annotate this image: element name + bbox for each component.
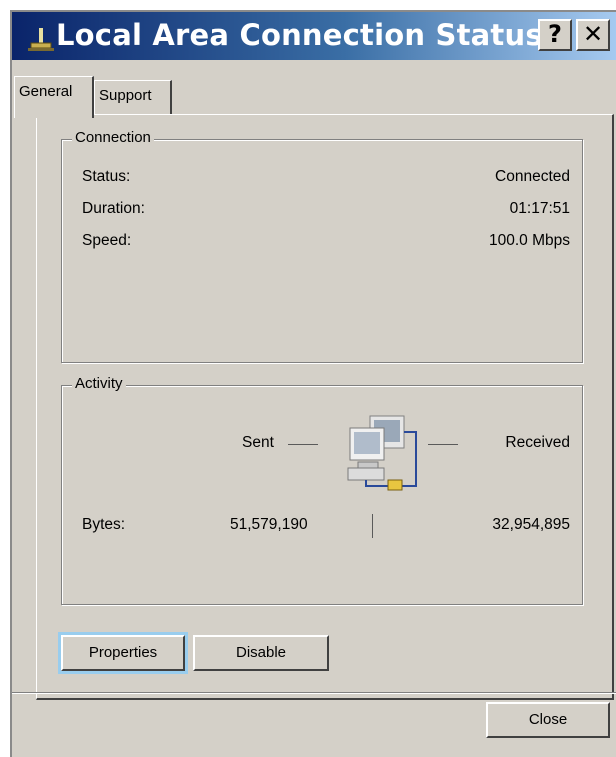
activity-legend: Activity <box>72 375 126 392</box>
tab-general[interactable]: General <box>14 76 94 118</box>
window-title: Local Area Connection Status <box>56 18 543 52</box>
speed-label: Speed: <box>82 232 132 249</box>
dialog-divider-highlight <box>12 693 616 694</box>
bytes-label: Bytes: <box>82 516 126 533</box>
connection-group: Connection Status: Connected Duration: 0… <box>61 129 583 363</box>
sent-label: Sent <box>242 434 274 451</box>
tab-support[interactable]: Support <box>94 80 172 116</box>
status-value: Connected <box>495 168 570 185</box>
disable-button[interactable]: Disable <box>193 635 329 671</box>
network-connection-icon <box>28 24 54 52</box>
title-bar[interactable]: Local Area Connection Status ? ✕ <box>12 12 616 60</box>
received-line <box>428 444 458 445</box>
duration-label: Duration: <box>82 200 145 217</box>
bytes-sent-value: 51,579,190 <box>230 516 308 533</box>
status-label: Status: <box>82 168 131 185</box>
activity-group: Activity Sent Received Bytes: 51,579,190… <box>61 375 583 605</box>
close-button[interactable]: Close <box>486 702 610 738</box>
bytes-divider <box>372 514 373 538</box>
network-computers-icon <box>336 400 426 496</box>
bytes-received-value: 32,954,895 <box>492 516 570 533</box>
help-button[interactable]: ? <box>538 19 572 51</box>
received-label: Received <box>505 434 570 451</box>
tab-strip: General Support <box>12 70 616 118</box>
speed-value: 100.0 Mbps <box>489 232 570 249</box>
duration-value: 01:17:51 <box>509 200 570 217</box>
sent-line <box>288 444 318 445</box>
close-window-button[interactable]: ✕ <box>576 19 610 51</box>
connection-legend: Connection <box>72 129 154 146</box>
status-dialog: Local Area Connection Status ? ✕ General… <box>10 10 616 757</box>
general-tab-panel: Connection Status: Connected Duration: 0… <box>36 114 614 700</box>
properties-button[interactable]: Properties <box>58 632 188 674</box>
